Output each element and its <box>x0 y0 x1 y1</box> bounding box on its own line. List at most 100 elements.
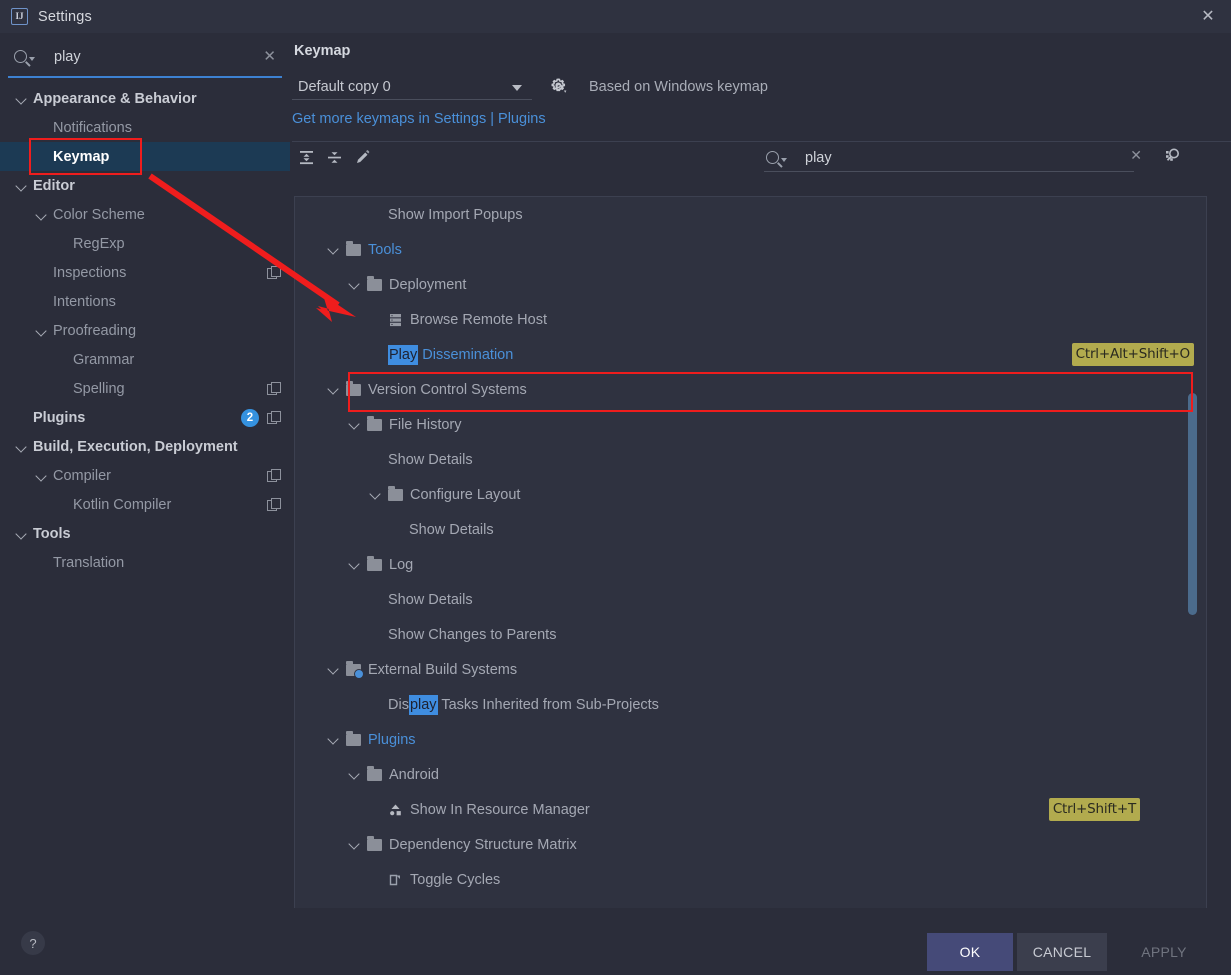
chevron-down-icon[interactable] <box>16 93 28 105</box>
sidebar-item-grammar[interactable]: Grammar <box>0 345 290 374</box>
cancel-button[interactable]: CANCEL <box>1017 933 1107 971</box>
chevron-down-icon[interactable] <box>349 838 362 851</box>
sidebar-item-notifications[interactable]: Notifications <box>0 113 290 142</box>
action-tree[interactable]: Show Import Popups Tools Deployment Browse … <box>294 196 1207 918</box>
plugins-update-badge: 2 <box>241 408 259 427</box>
keymap-selector-row: Default copy 0 Based on Windows keymap <box>292 74 1231 100</box>
sidebar-item-proofreading[interactable]: Proofreading <box>0 316 290 345</box>
find-by-shortcut-icon[interactable] <box>1161 145 1183 172</box>
tree-scrollbar[interactable] <box>1188 197 1202 918</box>
sidebar-search[interactable]: ✕ <box>8 37 282 78</box>
copy-settings-icon[interactable] <box>267 382 281 395</box>
sidebar-item-build-execution-deployment[interactable]: Build, Execution, Deployment <box>0 432 290 461</box>
tree-row[interactable]: Show Details <box>295 442 1206 477</box>
tree-row[interactable]: Tools <box>295 232 1206 267</box>
tree-row-label: Configure Layout <box>410 486 521 503</box>
expand-all-icon[interactable] <box>292 145 320 171</box>
chevron-down-icon[interactable] <box>328 383 341 396</box>
tree-row-label: Log <box>389 556 414 573</box>
tree-row-label: Android <box>389 766 439 783</box>
chevron-down-icon[interactable] <box>36 470 48 482</box>
apply-button[interactable]: APPLY <box>1115 933 1213 971</box>
chevron-down-icon[interactable] <box>36 325 48 337</box>
clear-icon[interactable]: ✕ <box>257 49 282 64</box>
sidebar-item-tools[interactable]: Tools <box>0 519 290 548</box>
tree-row-label: External Build Systems <box>368 661 518 678</box>
tree-row[interactable]: Show Details <box>295 512 1206 547</box>
sidebar-item-color-scheme[interactable]: Color Scheme <box>0 200 290 229</box>
keymap-dropdown[interactable]: Default copy 0 <box>292 74 532 100</box>
chevron-down-icon[interactable] <box>370 488 383 501</box>
search-input[interactable] <box>52 47 258 66</box>
tree-row-label: Show Details <box>388 451 473 468</box>
pencil-edit-icon[interactable] <box>348 145 376 171</box>
sidebar-item-kotlin-compiler[interactable]: Kotlin Compiler <box>0 490 290 519</box>
sidebar-item-regexp[interactable]: RegExp <box>0 229 290 258</box>
sidebar-item-label: Appearance & Behavior <box>33 90 197 107</box>
tree-row[interactable]: Toggle Cycles <box>295 862 1206 897</box>
tree-row[interactable]: Play Dissemination Ctrl+Alt+Shift+O <box>295 337 1206 372</box>
chevron-down-icon[interactable] <box>328 733 341 746</box>
tree-row[interactable]: Log <box>295 547 1206 582</box>
help-button[interactable]: ? <box>21 931 45 955</box>
tree-row[interactable]: Browse Remote Host <box>295 302 1206 337</box>
action-filter-field[interactable] <box>764 144 1134 172</box>
sidebar-item-inspections[interactable]: Inspections <box>0 258 290 287</box>
tree-row[interactable]: Dependency Structure Matrix <box>295 827 1206 862</box>
sidebar-item-label: Plugins <box>33 409 86 426</box>
tree-row-label: Show Details <box>388 591 473 608</box>
collapse-all-icon[interactable] <box>320 145 348 171</box>
sidebar-item-translation[interactable]: Translation <box>0 548 290 577</box>
sidebar-item-label: Tools <box>33 525 71 542</box>
clear-icon[interactable]: ✕ <box>1130 147 1142 164</box>
chevron-down-icon[interactable] <box>16 180 28 192</box>
chevron-down-icon[interactable] <box>36 209 48 221</box>
tree-row[interactable]: Plugins <box>295 722 1206 757</box>
sidebar-item-label: Build, Execution, Deployment <box>33 438 238 455</box>
tree-row[interactable]: Show Import Popups <box>295 197 1206 232</box>
chevron-down-icon[interactable] <box>16 441 28 453</box>
sidebar-item-spelling[interactable]: Spelling <box>0 374 290 403</box>
chevron-down-icon[interactable] <box>349 768 362 781</box>
folder-icon <box>346 240 361 256</box>
chevron-down-icon[interactable] <box>328 243 341 256</box>
tree-row[interactable]: Configure Layout <box>295 477 1206 512</box>
filter-input[interactable] <box>803 148 1134 167</box>
chevron-down-icon[interactable] <box>349 558 362 571</box>
sidebar-item-plugins[interactable]: Plugins 2 <box>0 403 290 432</box>
tree-row[interactable]: Show In Resource Manager Ctrl+Shift+T <box>295 792 1206 827</box>
tree-row[interactable]: Display Tasks Inherited from Sub-Project… <box>295 687 1206 722</box>
chevron-down-icon[interactable] <box>349 278 362 291</box>
chevron-down-icon[interactable] <box>349 418 362 431</box>
search-icon <box>766 151 787 164</box>
tree-row[interactable]: Deployment <box>295 267 1206 302</box>
sidebar-item-editor[interactable]: Editor <box>0 171 290 200</box>
tree-row[interactable]: Show Changes to Parents <box>295 617 1206 652</box>
copy-settings-icon[interactable] <box>267 469 281 482</box>
tree-row-label: Show Changes to Parents <box>388 626 557 643</box>
copy-settings-icon[interactable] <box>267 411 281 424</box>
sidebar-item-appearance-behavior[interactable]: Appearance & Behavior <box>0 84 290 113</box>
gear-icon[interactable] <box>549 77 569 97</box>
sidebar-item-keymap[interactable]: Keymap <box>0 142 290 171</box>
sidebar-item-compiler[interactable]: Compiler <box>0 461 290 490</box>
tree-row[interactable]: External Build Systems <box>295 652 1206 687</box>
get-more-keymaps-link[interactable]: Get more keymaps in Settings | Plugins <box>292 111 1231 127</box>
copy-settings-icon[interactable] <box>267 498 281 511</box>
chevron-down-icon[interactable] <box>16 528 28 540</box>
tree-row[interactable]: Version Control Systems <box>295 372 1206 407</box>
chevron-down-icon[interactable] <box>328 663 341 676</box>
close-icon[interactable]: ✕ <box>1185 0 1231 33</box>
ok-button[interactable]: OK <box>927 933 1013 971</box>
tree-row[interactable]: Android <box>295 757 1206 792</box>
copy-settings-icon[interactable] <box>267 266 281 279</box>
scrollbar-thumb[interactable] <box>1188 393 1197 615</box>
tree-row[interactable]: File History <box>295 407 1206 442</box>
sidebar-item-intentions[interactable]: Intentions <box>0 287 290 316</box>
tree-row[interactable]: Show Details <box>295 582 1206 617</box>
